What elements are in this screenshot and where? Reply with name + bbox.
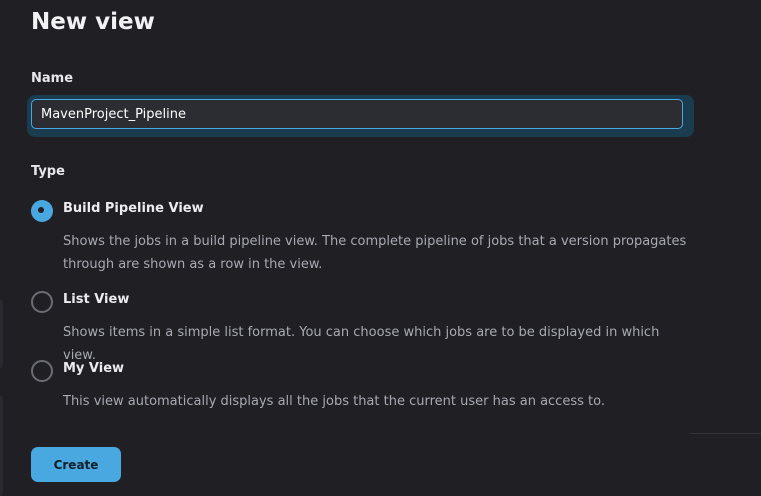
name-input[interactable] (31, 99, 683, 129)
name-input-focus-ring (27, 95, 694, 137)
option-label: My View (63, 361, 125, 376)
sidebar-edge (0, 300, 3, 368)
option-label: Build Pipeline View (63, 201, 204, 216)
option-description: Shows the jobs in a build pipeline view.… (63, 234, 687, 272)
radio-build-pipeline-view[interactable] (31, 200, 53, 222)
create-button[interactable]: Create (31, 447, 121, 482)
sidebar-edge (0, 396, 3, 496)
option-label: List View (63, 292, 130, 307)
type-label: Type (31, 164, 65, 179)
radio-list-view[interactable] (31, 291, 53, 313)
option-description: Shows items in a simple list format. You… (63, 325, 660, 363)
divider (690, 433, 761, 434)
name-label: Name (31, 71, 74, 86)
page-title: New view (31, 9, 155, 35)
radio-my-view[interactable] (31, 360, 53, 382)
option-description: This view automatically displays all the… (63, 394, 605, 409)
